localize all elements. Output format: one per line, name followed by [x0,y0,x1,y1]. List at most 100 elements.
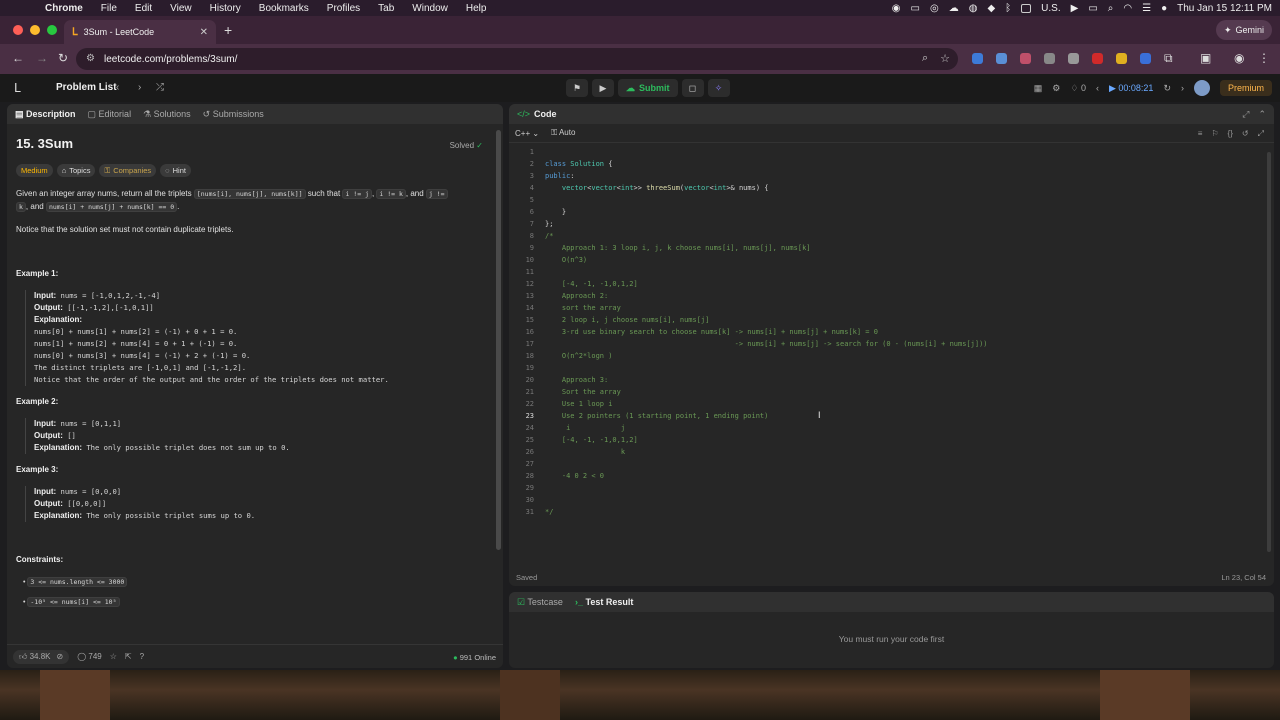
code-editor[interactable]: 1 2 class Solution {3 public: 4 vector<vecto… [509,146,1274,566]
menu-help[interactable]: Help [457,3,496,14]
layout-icon[interactable]: ▦ [1034,83,1043,94]
topics-tag[interactable]: ⌂ Topics [56,164,96,177]
chrome-status-icon[interactable]: ◍ [969,3,978,14]
menu-profiles[interactable]: Profiles [318,3,369,14]
leetcode-logo-icon[interactable]: ᒪ [14,81,21,95]
hint-tag[interactable]: ◌ Hint [160,164,191,177]
favorite-star-icon[interactable]: ☆ [110,652,117,661]
bookmark-icon[interactable]: ⚐ [1211,129,1218,139]
share-icon[interactable]: ⇱ [125,652,132,661]
description-scrollbar[interactable] [496,130,501,550]
comments-button[interactable]: ◯ 749 [77,652,102,661]
extension-icon[interactable] [972,53,983,64]
notes-icon[interactable]: ◻ [681,79,704,97]
new-tab-icon[interactable]: + [224,22,232,38]
tab-close-icon[interactable]: ✕ [200,27,208,38]
extension-icon[interactable] [1140,53,1151,64]
prev-problem-icon[interactable]: ‹ [116,82,119,93]
tab-test-result[interactable]: ›_ Test Result [575,597,633,607]
editor-scrollbar[interactable] [1267,152,1271,552]
streak-counter[interactable]: ♢ 0 [1070,83,1086,94]
format-icon[interactable]: ≡ [1198,129,1203,139]
extension-icon[interactable] [1092,53,1103,64]
submit-button[interactable]: ☁ Submit [618,79,678,97]
tab-testcase[interactable]: ☑ Testcase [517,597,563,608]
timer-next-icon[interactable]: › [1181,83,1184,93]
chrome-menu-icon[interactable]: ⋮ [1258,51,1270,65]
run-icon[interactable]: ▶ [592,79,614,97]
timer-prev-icon[interactable]: ‹ [1096,83,1099,93]
bookmark-star-icon[interactable]: ☆ [940,52,950,65]
dropbox-icon[interactable]: ◆ [987,3,995,14]
like-button[interactable]: 👍︎ 34.8K [19,652,51,662]
fullscreen-icon[interactable]: ⤢ [1258,129,1264,139]
battery-icon[interactable]: ▭ [1088,3,1097,14]
menu-edit[interactable]: Edit [126,3,161,14]
companies-tag[interactable]: ⚿ Companies [99,164,157,177]
difficulty-tag[interactable]: Medium [16,164,53,177]
debug-icon[interactable]: ⚑ [566,79,588,97]
reload-icon[interactable]: ↻ [58,51,68,65]
settings-icon[interactable]: ⚙ [1052,83,1060,94]
tab-submissions[interactable]: ↺ Submissions [203,109,264,120]
tab-solutions[interactable]: ⚗ Solutions [143,109,191,120]
menu-bookmarks[interactable]: Bookmarks [250,3,318,14]
extensions-puzzle-icon[interactable]: ⧉ [1164,51,1173,66]
bluetooth-icon[interactable]: ᛒ [1005,3,1011,14]
auto-mode[interactable]: ⚿ Auto [551,128,575,138]
back-icon[interactable]: ← [12,51,24,65]
extension-icon[interactable] [996,53,1007,64]
menu-history[interactable]: History [201,3,250,14]
browser-tab[interactable]: ᒪ 3Sum - LeetCode ✕ [64,20,216,44]
premium-button[interactable]: Premium [1219,80,1272,96]
random-problem-icon[interactable]: ⤮ [156,82,164,93]
profile-icon[interactable]: ◉ [1234,51,1244,65]
language-select[interactable]: C++ ⌄ [515,129,539,138]
input-source-label[interactable]: U.S. [1041,3,1060,14]
menu-window[interactable]: Window [403,3,457,14]
extension-icon[interactable] [1044,53,1055,64]
timer-reset-icon[interactable]: ↻ [1163,83,1171,94]
siri-icon[interactable]: ● [1161,3,1167,14]
forward-icon[interactable]: → [36,51,48,65]
brackets-icon[interactable]: {} [1228,129,1233,139]
next-problem-icon[interactable]: › [138,82,141,93]
maximize-icon[interactable]: ⤢ [1242,109,1249,120]
help-icon[interactable]: ? [140,652,144,661]
zoom-icon[interactable]: ⌕ [922,52,928,65]
extension-icon[interactable] [1116,53,1127,64]
like-dislike-group: 👍︎ 34.8K ⊘ [13,649,70,664]
reset-icon[interactable]: ↺ [1242,129,1249,139]
url-text[interactable]: leetcode.com/problems/3sum/ [104,54,237,65]
gemini-button[interactable]: ✦ Gemini [1215,20,1272,40]
problem-list-link[interactable]: Problem List [56,82,117,93]
minimize-window-icon[interactable] [30,25,40,35]
control-center-icon[interactable]: ☰ [1142,3,1151,14]
display-icon[interactable]: ▭ [911,3,920,14]
search-icon[interactable]: ⌕ [1108,3,1114,14]
menu-view[interactable]: View [161,3,201,14]
extension-icon[interactable] [1020,53,1031,64]
zoom-window-icon[interactable] [47,25,57,35]
extension-icon[interactable] [1068,53,1079,64]
tab-description[interactable]: ▤ Description [15,109,76,120]
ai-assist-icon[interactable]: ✧ [707,79,730,97]
screen-record-icon[interactable]: ◉ [892,3,901,14]
timer[interactable]: ▶ 00:08:21 [1109,83,1153,94]
wifi-icon[interactable]: ◠ [1123,3,1132,14]
side-panel-icon[interactable]: ▣ [1200,51,1211,65]
site-info-icon[interactable]: ⚙ [86,53,95,64]
menu-tab[interactable]: Tab [369,3,403,14]
avatar[interactable] [1193,80,1210,96]
play-icon[interactable]: ▶ [1071,3,1079,14]
tab-editorial[interactable]: ▢ Editorial [88,109,132,120]
sync-icon[interactable]: ◎ [930,3,939,14]
omnibox[interactable]: ⚙ leetcode.com/problems/3sum/ ⌕ ☆ [76,48,958,70]
collapse-icon[interactable]: ⌃ [1258,109,1266,120]
menu-file[interactable]: File [92,3,126,14]
cloud-icon[interactable]: ☁ [949,3,959,14]
menu-app-chrome[interactable]: Chrome [36,3,92,14]
dislike-icon[interactable]: ⊘ [57,652,64,662]
close-window-icon[interactable] [13,25,23,35]
clock-text[interactable]: Thu Jan 15 12:11 PM [1177,3,1272,14]
